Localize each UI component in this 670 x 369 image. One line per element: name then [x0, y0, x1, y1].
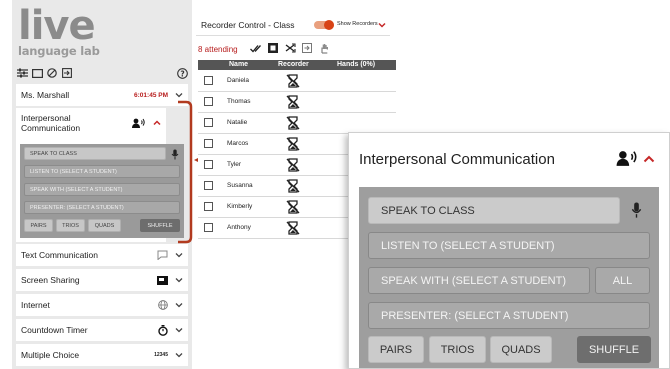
student-name: Thomas	[227, 98, 251, 105]
table-row[interactable]: Daniela	[198, 71, 396, 92]
recorder-off-icon[interactable]	[286, 179, 300, 193]
shuffle-button[interactable]: SHUFFLE	[577, 336, 651, 363]
raise-hand-icon[interactable]	[318, 42, 330, 54]
student-name: Daniela	[227, 77, 250, 84]
shuffle-icon[interactable]	[284, 42, 296, 54]
student-name: Natalie	[227, 119, 248, 126]
zoom-communication-panel: SPEAK TO CLASS LISTEN TO (SELECT A STUDE…	[359, 187, 659, 368]
student-checkbox[interactable]	[204, 76, 213, 85]
speaker-icon	[616, 151, 637, 166]
chevron-up-icon[interactable]	[643, 154, 655, 164]
zoom-title: Interpersonal Communication	[359, 151, 555, 168]
chevron-down-icon[interactable]	[378, 21, 386, 29]
col-hands: Hands (0%)	[337, 61, 376, 68]
toggle-knob	[324, 20, 334, 30]
col-recorder: Recorder	[278, 61, 309, 68]
student-name: Kimberly	[227, 203, 253, 210]
zoomed-panel: Interpersonal Communication SPEAK TO CLA…	[348, 132, 670, 369]
show-recorders-label: Show Recorders	[337, 21, 378, 27]
student-checkbox[interactable]	[204, 139, 213, 148]
recorder-off-icon[interactable]	[286, 137, 300, 151]
speak-with-button[interactable]: SPEAK WITH (SELECT A STUDENT)	[368, 267, 590, 294]
show-recorders-toggle[interactable]	[314, 20, 334, 30]
student-checkbox[interactable]	[204, 97, 213, 106]
recorder-off-icon[interactable]	[286, 95, 300, 109]
table-row[interactable]: Natalie	[198, 113, 396, 134]
presenter-button[interactable]: PRESENTER: (SELECT A STUDENT)	[368, 302, 650, 329]
speak-to-class-button[interactable]: SPEAK TO CLASS	[368, 197, 620, 224]
pairs-button[interactable]: PAIRS	[368, 336, 424, 363]
listen-to-button[interactable]: LISTEN TO (SELECT A STUDENT)	[368, 232, 650, 259]
speak-with-all-button[interactable]: ALL	[595, 267, 650, 294]
student-name: Susanna	[227, 182, 253, 189]
student-table-header: Name Recorder Hands (0%)	[198, 60, 396, 70]
attending-count: 8 attending	[198, 45, 238, 54]
student-checkbox[interactable]	[204, 181, 213, 190]
check-all-icon[interactable]	[250, 42, 262, 54]
student-checkbox[interactable]	[204, 118, 213, 127]
recorder-off-icon[interactable]	[286, 200, 300, 214]
trios-button[interactable]: TRIOS	[429, 336, 486, 363]
col-name: Name	[229, 61, 249, 68]
recorder-off-icon[interactable]	[286, 116, 300, 130]
student-checkbox[interactable]	[204, 160, 213, 169]
microphone-icon[interactable]	[631, 201, 642, 219]
table-row[interactable]: Thomas	[198, 92, 396, 113]
recorder-off-icon[interactable]	[286, 158, 300, 172]
class-actions	[250, 42, 330, 54]
recorder-off-icon[interactable]	[286, 221, 300, 235]
recorder-control-title: Recorder Control - Class	[201, 19, 295, 30]
student-checkbox[interactable]	[204, 223, 213, 232]
student-name: Marcos	[227, 140, 249, 147]
exit-icon[interactable]	[301, 42, 313, 54]
student-name: Anthony	[227, 224, 251, 231]
quads-button[interactable]: QUADS	[490, 336, 552, 363]
student-checkbox[interactable]	[204, 202, 213, 211]
screen-grid-icon[interactable]	[267, 42, 279, 54]
student-name: Tyler	[227, 161, 242, 168]
recorder-off-icon[interactable]	[286, 74, 300, 88]
